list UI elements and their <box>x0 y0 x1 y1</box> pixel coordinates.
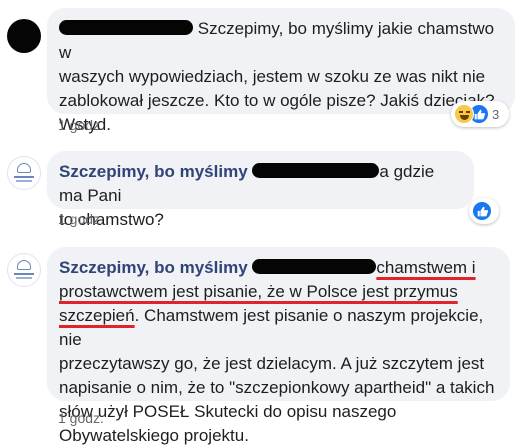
comment-3-line-6: słów użył POSEŁ Skutecki do opisu naszeg… <box>59 402 397 421</box>
reaction-count: 3 <box>492 106 500 122</box>
comment-3-line-7: Obywatelskiego projektu. <box>59 426 249 445</box>
comment-3-line-5: napisanie o nim, że to "szczepionkowy ap… <box>59 378 495 397</box>
page-avatar[interactable] <box>7 253 41 287</box>
comment-3-line-3: szczepień. Chamstwem jest pisanie o nasz… <box>59 306 484 349</box>
comment-1-timestamp[interactable]: 1 godz. <box>58 117 104 133</box>
comment-1-line-1: Szczepimy, bo myślimy jakie chamstwo w <box>59 19 495 62</box>
comment-1-line-3: zablokował jeszcze. Kto to w ogóle pisze… <box>59 91 495 110</box>
author-name[interactable]: Szczepimy, bo myślimy <box>59 258 248 277</box>
comment-2-timestamp[interactable]: 1 godz. <box>58 211 104 227</box>
comment-1-line-4: Wstyd. <box>59 115 111 134</box>
comment-bubble-1: Szczepimy, bo myślimy jakie chamstwo w w… <box>47 8 515 134</box>
comment-bubble-2: Szczepimy, bo myślimy a gdzie ma Pani to… <box>47 151 474 229</box>
page-avatar[interactable] <box>7 156 41 190</box>
like-icon <box>472 201 492 221</box>
redacted-name <box>252 163 380 178</box>
redacted-name <box>59 20 193 35</box>
author-name[interactable]: Szczepimy, bo myślimy <box>59 162 248 181</box>
comment-bubble-3: Szczepimy, bo myślimy chamstwem i prosta… <box>47 247 510 445</box>
haha-icon <box>454 104 474 124</box>
reactions-summary-1[interactable]: 3 <box>451 101 509 127</box>
comment-2-line-2: to chamstwo? <box>59 210 164 229</box>
redacted-name <box>252 259 377 274</box>
user-avatar-redacted[interactable] <box>7 19 41 53</box>
reactions-summary-2[interactable] <box>469 198 499 224</box>
comment-1-line-2: waszych wypowiedziach, jestem w szoku ze… <box>59 67 486 86</box>
comment-3-line-4: przeczytawszy go, że jest dzielacym. A j… <box>59 354 485 373</box>
comment-2-line-1: Szczepimy, bo myślimy a gdzie ma Pani <box>59 162 435 205</box>
comment-3-line-1: Szczepimy, bo myślimy chamstwem i <box>59 258 476 277</box>
comment-3-timestamp[interactable]: 1 godz. <box>58 410 104 426</box>
comment-3-line-2: prostawctwem jest pisanie, że w Polsce j… <box>59 282 458 301</box>
